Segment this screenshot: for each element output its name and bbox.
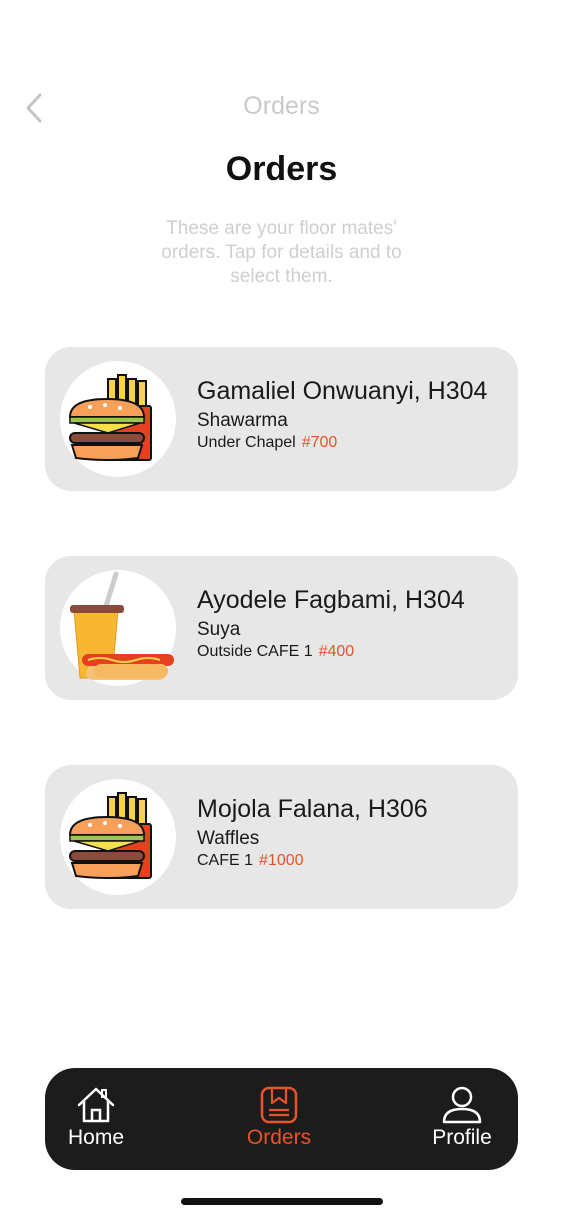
tab-home[interactable]: Home [41, 1068, 151, 1170]
home-indicator [181, 1198, 383, 1205]
order-customer-name: Ayodele Fagbami, H304 [197, 586, 465, 614]
order-location: CAFE 1 [197, 852, 254, 869]
tab-label: Profile [432, 1126, 492, 1149]
page-title: Orders [225, 150, 338, 188]
burger-fries-icon [68, 792, 152, 879]
order-thumbnail [60, 570, 176, 686]
profile-icon [442, 1086, 482, 1124]
orders-bookmark-icon [260, 1086, 298, 1124]
order-meta: Under Chapel #700 [197, 434, 337, 452]
order-card[interactable]: Ayodele Fagbami, H304 Suya Outside CAFE … [45, 556, 518, 700]
order-customer-name: Mojola Falana, H306 [197, 795, 428, 823]
order-item: Shawarma [197, 410, 288, 431]
tab-label: Home [67, 1126, 125, 1149]
order-customer-name: Gamaliel Onwuanyi, H304 [197, 377, 488, 405]
order-item: Suya [197, 619, 241, 640]
order-meta: Outside CAFE 1 #400 [197, 643, 354, 661]
tab-orders[interactable]: Orders [224, 1068, 334, 1170]
order-location: Outside CAFE 1 [197, 643, 313, 660]
drink-hotdog-icon [70, 571, 174, 680]
order-card[interactable]: Mojola Falana, H306 Waffles CAFE 1 #1000 [45, 765, 518, 909]
order-price: #1000 [259, 852, 304, 869]
nav-title: Orders [243, 92, 320, 120]
order-thumbnail [60, 361, 176, 477]
order-location: Under Chapel [197, 434, 296, 451]
tab-bar: Home Orders Profile [45, 1068, 518, 1170]
order-card[interactable]: Gamaliel Onwuanyi, H304 Shawarma Under C… [45, 347, 518, 491]
order-price: #700 [301, 434, 338, 451]
tab-label: Orders [246, 1126, 312, 1149]
order-item: Waffles [197, 828, 260, 849]
tab-profile[interactable]: Profile [407, 1068, 517, 1170]
order-thumbnail [60, 779, 176, 895]
burger-fries-icon [68, 374, 152, 461]
order-price: #400 [318, 643, 355, 660]
page-subtitle: These are your floor mates' orders. Tap … [161, 218, 402, 287]
home-icon [77, 1087, 115, 1123]
order-meta: CAFE 1 #1000 [197, 852, 304, 870]
